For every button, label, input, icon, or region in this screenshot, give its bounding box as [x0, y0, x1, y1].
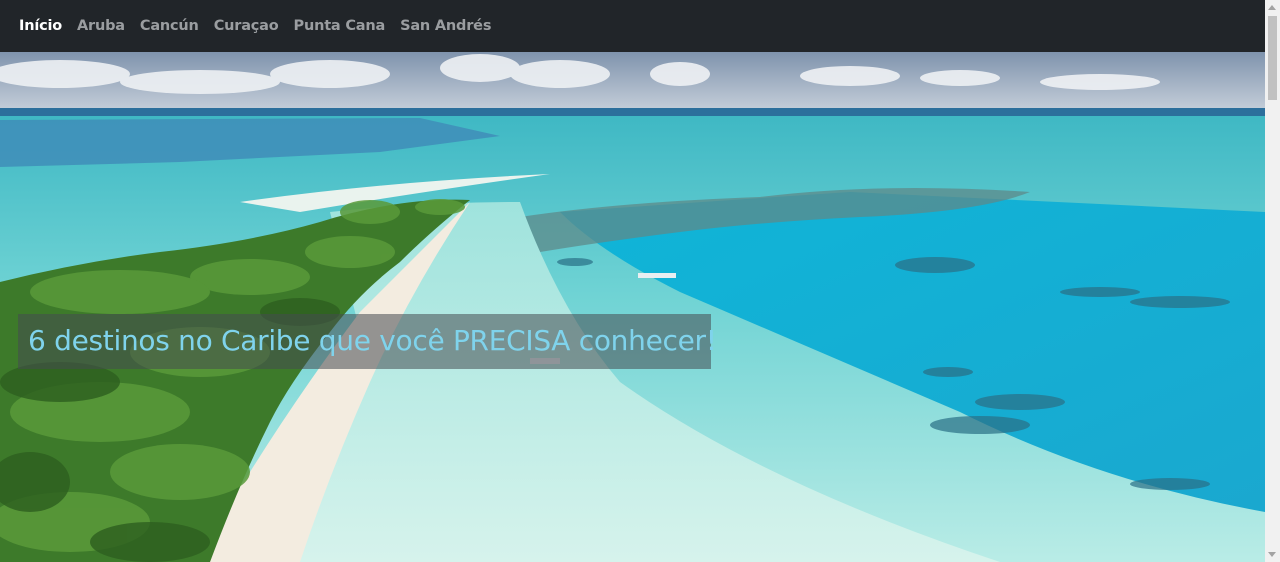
nav-link-punta-cana[interactable]: Punta Cana — [294, 18, 386, 34]
boat-decor — [638, 273, 676, 278]
page-scrollbar[interactable] — [1265, 0, 1280, 562]
top-navbar: Início Aruba Cancún Curaçao Punta Cana S… — [0, 0, 1265, 52]
hero-title: 6 destinos no Caribe que você PRECISA co… — [28, 324, 717, 357]
scrollbar-thumb[interactable] — [1268, 16, 1277, 100]
hero-beach-image — [0, 52, 1265, 562]
scroll-up-arrow-icon[interactable] — [1268, 5, 1276, 10]
nav-link-san-andres[interactable]: San Andrés — [400, 18, 491, 34]
nav-link-curacao[interactable]: Curaçao — [214, 18, 279, 34]
nav-link-inicio[interactable]: Início — [19, 18, 62, 34]
nav-link-cancun[interactable]: Cancún — [140, 18, 199, 34]
hero-banner: 6 destinos no Caribe que você PRECISA co… — [0, 52, 1265, 562]
nav-link-aruba[interactable]: Aruba — [77, 18, 125, 34]
scroll-down-arrow-icon[interactable] — [1268, 552, 1276, 557]
